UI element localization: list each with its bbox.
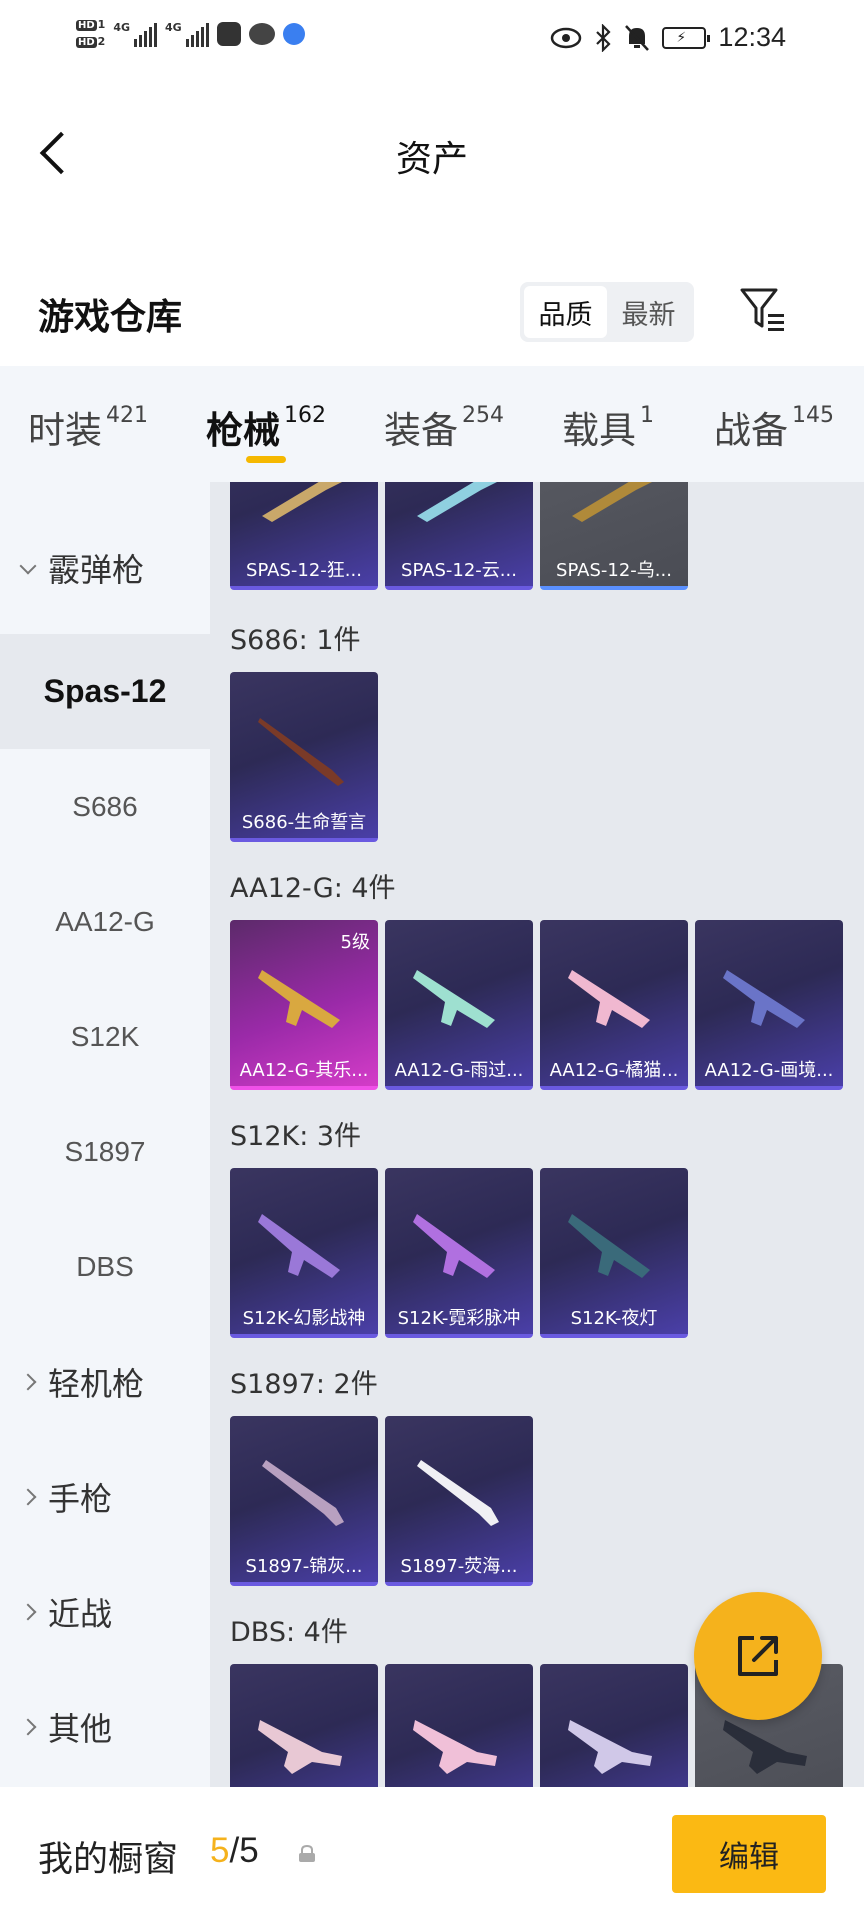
shotgun-icon [258,718,344,786]
shotgun-icon [413,1720,497,1774]
group-heading-s12k: S12K: 3件 [230,1121,362,1152]
chevron-right-icon [19,1718,37,1735]
active-tab-indicator [246,456,286,463]
skin-card[interactable] [540,1664,688,1787]
rifle-icon [258,970,340,1028]
tab-equipment[interactable]: 装备 254 [384,400,504,454]
shotgun-icon [572,482,652,522]
signal-icon-2: 4G [165,21,209,47]
shotgun-icon [262,482,342,522]
skin-card[interactable]: SPAS-12-云... [385,482,533,590]
level-badge: 5级 [340,932,370,953]
browser-notification-icon [282,23,305,45]
skin-card[interactable]: S12K-霓彩脉冲 [385,1168,533,1338]
edit-button[interactable]: 编辑 [672,1815,826,1893]
sidebar-item-s12k[interactable]: S12K [0,979,210,1094]
chat-notification-icon [248,23,275,45]
bluetooth-icon [596,23,611,52]
tab-supplies[interactable]: 战备 145 [714,400,834,454]
shotgun-icon [262,1460,344,1526]
chevron-right-icon [19,1488,37,1505]
skin-card[interactable]: S1897-荧海... [385,1416,533,1586]
skin-card[interactable]: 5级 AA12-G-其乐... [230,920,378,1090]
skin-card[interactable]: S12K-夜灯 [540,1168,688,1338]
skin-card[interactable]: SPAS-12-乌... [540,482,688,590]
group-heading-s1897: S1897: 2件 [230,1369,378,1400]
showcase-count: 5/5 [210,1831,259,1870]
warehouse-title: 游戏仓库 [38,297,183,338]
share-icon [738,1636,778,1676]
clock: 12:34 [718,22,786,52]
skin-card[interactable] [230,1664,378,1787]
rifle-icon [568,970,650,1028]
sidebar-item-other[interactable]: 其他 [0,1669,210,1784]
sort-quality-button[interactable]: 品质 [524,286,607,338]
sidebar-item-aa12g[interactable]: AA12-G [0,864,210,979]
app-notification-icon [216,22,241,46]
shotgun-icon [568,1720,652,1774]
warehouse-bar: 游戏仓库 品质 最新 [0,270,864,356]
skin-card[interactable]: S1897-锦灰... [230,1416,378,1586]
rifle-icon [413,970,495,1028]
skin-card[interactable]: AA12-G-雨过... [385,920,533,1090]
tab-fashion[interactable]: 时装 421 [28,400,148,454]
mute-icon [625,24,650,51]
battery-icon: ⚡ [662,26,711,49]
skin-card[interactable] [385,1664,533,1787]
category-tabs: 时装 421 枪械 162 装备 254 载具 1 战备 145 [0,366,864,482]
sort-newest-button[interactable]: 最新 [607,286,690,338]
skin-card[interactable]: AA12-G-画境... [695,920,843,1090]
sidebar-item-lmg[interactable]: 轻机枪 [0,1324,210,1439]
tab-vehicles[interactable]: 载具 1 [562,400,654,454]
sidebar-item-dbs[interactable]: DBS [0,1209,210,1324]
sidebar-item-shotgun[interactable]: 霰弹枪 [0,510,210,625]
rifle-icon [413,1214,495,1278]
status-right-icons: ⚡ 12:34 [550,22,786,53]
group-heading-dbs: DBS: 4件 [230,1617,348,1648]
rifle-icon [568,1214,650,1278]
sidebar-item-s1897[interactable]: S1897 [0,1094,210,1209]
status-bar: HD 1 HD 2 4G 4G ⚡ 12:34 [0,0,864,88]
skin-card[interactable]: S12K-幻影战神 [230,1168,378,1338]
weapon-sidebar: 霰弹枪 Spas-12 S686 AA12-G S12K S1897 DBS 轻… [0,482,210,1787]
rifle-icon [258,1214,340,1278]
page-title: 资产 [395,139,468,180]
skin-card[interactable]: S686-生命誓言 [230,672,378,842]
hd-indicator: HD 1 HD 2 [76,18,106,48]
status-left-icons: HD 1 HD 2 4G 4G [76,18,305,50]
shotgun-icon [258,1720,342,1774]
group-heading-aa12g: AA12-G: 4件 [230,873,396,904]
sidebar-item-spas12[interactable]: Spas-12 [0,634,210,749]
sidebar-item-melee[interactable]: 近战 [0,1554,210,1669]
filter-icon[interactable] [738,284,790,336]
lock-icon [299,1845,315,1862]
shotgun-icon [417,1460,499,1526]
chevron-down-icon [19,557,37,575]
weapon-grid: SPAS-12-狂... SPAS-12-云... SPAS-12-乌... S… [210,482,864,1787]
showcase-bar: 我的橱窗 5/5 编辑 [0,1787,864,1920]
sidebar-item-s686[interactable]: S686 [0,749,210,864]
eye-icon [551,27,582,48]
skin-card[interactable]: SPAS-12-狂... [230,482,378,590]
app-header: 资产 [0,88,864,218]
share-button[interactable] [694,1592,822,1720]
group-heading-s686: S686: 1件 [230,625,361,656]
tab-guns[interactable]: 枪械 162 [206,400,326,454]
showcase-label: 我的橱窗 [38,1840,179,1880]
skin-card[interactable]: AA12-G-橘猫... [540,920,688,1090]
chevron-right-icon [19,1603,37,1620]
signal-icon: 4G [113,21,158,47]
sort-toggle: 品质 最新 [520,282,694,342]
shotgun-icon [417,482,497,522]
chevron-right-icon [19,1373,37,1390]
rifle-icon [723,970,805,1028]
sidebar-item-pistol[interactable]: 手枪 [0,1439,210,1554]
